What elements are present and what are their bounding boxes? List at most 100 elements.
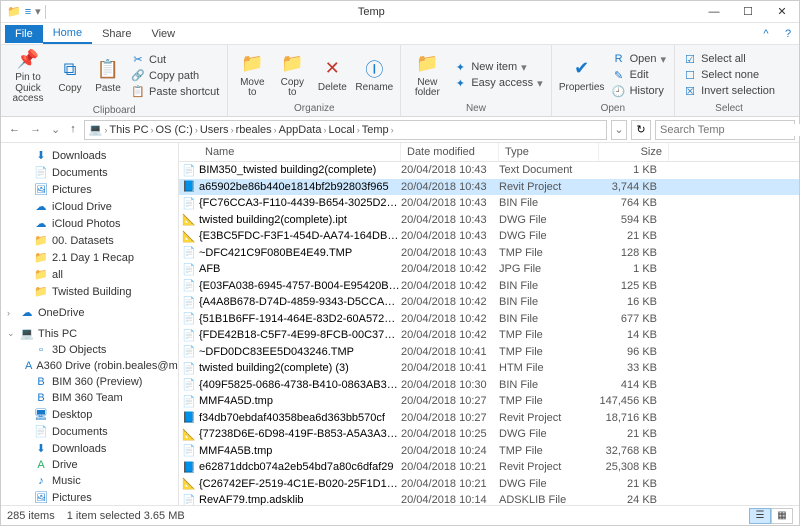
chevron-icon[interactable]: ›	[7, 308, 16, 318]
breadcrumb-segment[interactable]: Users	[200, 124, 229, 136]
col-size[interactable]: Size	[599, 143, 669, 161]
col-name[interactable]: Name	[199, 143, 401, 161]
tree-node[interactable]: BBIM 360 (Preview)	[1, 374, 178, 390]
tree-node[interactable]: ☁iCloud Drive	[1, 198, 178, 215]
tree-node[interactable]: ADrive	[1, 457, 178, 473]
breadcrumb[interactable]: 💻 › This PC›OS (C:)›Users›rbeales›AppDat…	[84, 120, 607, 140]
copy-button[interactable]: ⧉ Copy	[53, 47, 87, 105]
tree-node[interactable]: 📄Documents	[1, 164, 178, 181]
cut-button[interactable]: ✂Cut	[129, 52, 221, 67]
breadcrumb-segment[interactable]: OS (C:)	[156, 124, 193, 136]
ribbon-help-icon[interactable]: ?	[777, 28, 799, 40]
tree-node[interactable]: 📄Documents	[1, 423, 178, 440]
paste-button[interactable]: 📋 Paste	[91, 47, 125, 105]
qat-folder-icon[interactable]: 📁	[7, 5, 21, 18]
open-button[interactable]: ROpen ▾	[610, 52, 668, 67]
col-date[interactable]: Date modified	[401, 143, 499, 161]
easy-access-button[interactable]: ✦Easy access ▾	[451, 76, 544, 91]
file-row[interactable]: 📐twisted building2(complete).ipt20/04/20…	[179, 212, 799, 229]
paste-shortcut-button[interactable]: 📋Paste shortcut	[129, 84, 221, 99]
nav-up-button[interactable]: ↑	[70, 123, 76, 136]
file-row[interactable]: 📄BIM350_twisted building2(complete)20/04…	[179, 162, 799, 179]
file-row[interactable]: 📐{E3BC5FDC-F3F1-454D-AA74-164DBE08B...20…	[179, 228, 799, 245]
copy-to-button[interactable]: 📁 Copy to	[274, 47, 310, 103]
qat-props-icon[interactable]: ≡	[25, 6, 31, 18]
select-none-button[interactable]: ☐Select none	[681, 68, 777, 83]
tree-node[interactable]: 🖼Pictures	[1, 181, 178, 198]
new-item-button[interactable]: ✦New item ▾	[451, 60, 544, 75]
file-row[interactable]: 📄{A4A8B678-D74D-4859-9343-D5CCA3551...20…	[179, 294, 799, 311]
file-row[interactable]: 📄RevAF79.tmp.adsklib20/04/2018 10:14ADSK…	[179, 492, 799, 505]
delete-button[interactable]: ✕ Delete	[314, 47, 350, 103]
file-row[interactable]: 📐{77238D6E-6D98-419F-B853-A5A3A33470...2…	[179, 426, 799, 443]
nav-back-button[interactable]: ←	[9, 123, 20, 136]
invert-selection-button[interactable]: ☒Invert selection	[681, 84, 777, 99]
tree-node[interactable]: ›☁OneDrive	[1, 304, 178, 321]
search-input[interactable]	[656, 124, 800, 136]
refresh-button[interactable]: ↻	[631, 120, 651, 140]
tree-node[interactable]: ♪Music	[1, 473, 178, 489]
file-row[interactable]: 📄{FC76CCA3-F110-4439-B654-3025D2E82D...2…	[179, 195, 799, 212]
tree-node[interactable]: AA360 Drive (robin.beales@manandmachine)	[1, 358, 178, 374]
tree-node[interactable]: BBIM 360 Team	[1, 390, 178, 406]
move-to-button[interactable]: 📁 Move to	[234, 47, 270, 103]
tab-share[interactable]: Share	[92, 25, 141, 43]
properties-button[interactable]: ✔ Properties	[558, 47, 606, 103]
file-row[interactable]: 📄{E03FA038-6945-4757-B004-E95420BE3C9...…	[179, 278, 799, 295]
file-row[interactable]: 📐{C26742EF-2519-4C1E-B020-25F1D15E69E...…	[179, 476, 799, 493]
edit-button[interactable]: ✎Edit	[610, 68, 668, 83]
maximize-button[interactable]: ☐	[731, 1, 765, 23]
file-row[interactable]: 📄twisted building2(complete) (3)20/04/20…	[179, 360, 799, 377]
tab-file[interactable]: File	[5, 25, 43, 43]
ribbon-collapse-icon[interactable]: ^	[755, 28, 777, 40]
qat-dropdown-icon[interactable]: ▾	[35, 5, 41, 18]
breadcrumb-segment[interactable]: Temp	[362, 124, 389, 136]
file-list[interactable]: 📄BIM350_twisted building2(complete)20/04…	[179, 162, 799, 505]
view-details-button[interactable]: ☰	[749, 508, 771, 524]
select-all-button[interactable]: ☑Select all	[681, 52, 777, 67]
tree-node[interactable]: ⬇Downloads	[1, 147, 178, 164]
file-row[interactable]: 📄AFB20/04/2018 10:42JPG File1 KB	[179, 261, 799, 278]
tree-node[interactable]: 📁2.1 Day 1 Recap	[1, 249, 178, 266]
tree-node[interactable]: ⬇Downloads	[1, 440, 178, 457]
breadcrumb-dropdown-icon[interactable]: ⌄	[611, 120, 627, 140]
tab-home[interactable]: Home	[43, 24, 92, 44]
breadcrumb-segment[interactable]: This PC	[109, 124, 148, 136]
chevron-icon[interactable]: ⌄	[7, 328, 16, 339]
tree-node[interactable]: ▫3D Objects	[1, 342, 178, 358]
close-button[interactable]: ✕	[765, 1, 799, 23]
file-row[interactable]: 📄{FDE42B18-C5F7-4E99-8FCB-00C37AEF95...2…	[179, 327, 799, 344]
column-headers[interactable]: Name Date modified Type Size	[179, 143, 799, 162]
tree-node[interactable]: 🖥Desktop	[1, 406, 178, 423]
view-icons-button[interactable]: ▦	[771, 508, 793, 524]
navigation-tree[interactable]: ⬇Downloads📄Documents🖼Pictures☁iCloud Dri…	[1, 143, 179, 505]
nav-recent-button[interactable]: ⌄	[51, 123, 60, 136]
file-row[interactable]: 📄~DFC421C9F080BE4E49.TMP20/04/2018 10:43…	[179, 245, 799, 262]
file-row[interactable]: 📄MMF4A5B.tmp20/04/2018 10:24TMP File32,7…	[179, 443, 799, 460]
tree-node[interactable]: 📁all	[1, 266, 178, 283]
tree-node[interactable]: ☁iCloud Photos	[1, 215, 178, 232]
minimize-button[interactable]: —	[697, 1, 731, 23]
new-folder-button[interactable]: 📁 New folder	[407, 47, 447, 103]
file-row[interactable]: 📄~DFD0DC83EE5D043246.TMP20/04/2018 10:41…	[179, 344, 799, 361]
nav-forward-button[interactable]: →	[30, 123, 41, 136]
file-row[interactable]: 📘a65902be86b440e1814bf2b92803f96520/04/2…	[179, 179, 799, 196]
pin-quick-access-button[interactable]: 📌 Pin to Quick access	[7, 47, 49, 105]
copy-path-button[interactable]: 🔗Copy path	[129, 68, 221, 83]
file-row[interactable]: 📘f34db70ebdaf40358bea6d363bb570cf20/04/2…	[179, 410, 799, 427]
tree-node[interactable]: 📁Twisted Building	[1, 283, 178, 300]
tree-node[interactable]: 📁00. Datasets	[1, 232, 178, 249]
history-button[interactable]: 🕘History	[610, 84, 668, 99]
tab-view[interactable]: View	[141, 25, 185, 43]
file-row[interactable]: 📄MMF4A5D.tmp20/04/2018 10:27TMP File147,…	[179, 393, 799, 410]
search-box[interactable]: 🔍	[655, 120, 795, 140]
breadcrumb-segment[interactable]: AppData	[279, 124, 322, 136]
tree-node[interactable]: ⌄💻This PC	[1, 325, 178, 342]
file-row[interactable]: 📘e62871ddcb074a2eb54bd7a80c6dfaf2920/04/…	[179, 459, 799, 476]
breadcrumb-segment[interactable]: rbeales	[236, 124, 272, 136]
col-type[interactable]: Type	[499, 143, 599, 161]
file-row[interactable]: 📄{51B1B6FF-1914-464E-83D2-60A572AC1C...2…	[179, 311, 799, 328]
file-row[interactable]: 📄{409F5825-0686-4738-B410-0863AB38FF4...…	[179, 377, 799, 394]
tree-node[interactable]: 🖼Pictures	[1, 489, 178, 505]
rename-button[interactable]: Ⓘ Rename	[354, 47, 394, 103]
